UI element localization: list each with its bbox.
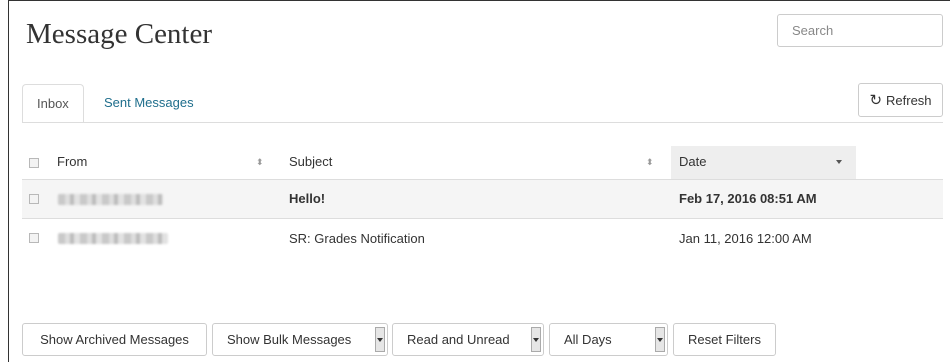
column-header-from[interactable]: From bbox=[57, 146, 87, 178]
row-checkbox[interactable] bbox=[29, 233, 39, 243]
tabs-divider bbox=[22, 122, 943, 123]
tab-sent-messages[interactable]: Sent Messages bbox=[90, 84, 208, 123]
read-state-value: Read and Unread bbox=[407, 332, 510, 347]
show-archived-button[interactable]: Show Archived Messages bbox=[22, 323, 207, 356]
message-date: Jan 11, 2016 12:00 AM bbox=[679, 231, 812, 246]
days-value: All Days bbox=[564, 332, 612, 347]
message-subject[interactable]: Hello! bbox=[289, 191, 325, 206]
column-header-date[interactable]: Date bbox=[679, 146, 706, 178]
chevron-down-icon[interactable] bbox=[655, 327, 665, 352]
row-divider bbox=[22, 218, 943, 219]
chevron-down-icon[interactable] bbox=[375, 327, 385, 352]
refresh-label: Refresh bbox=[886, 92, 932, 108]
bulk-messages-value: Show Bulk Messages bbox=[227, 332, 352, 347]
reset-filters-button[interactable]: Reset Filters bbox=[673, 323, 776, 356]
page-title: Message Center bbox=[26, 18, 213, 50]
tab-inbox[interactable]: Inbox bbox=[22, 84, 84, 123]
message-date: Feb 17, 2016 08:51 AM bbox=[679, 191, 817, 206]
bulk-messages-select[interactable]: Show Bulk Messages bbox=[212, 323, 388, 356]
refresh-icon: ↻ bbox=[869, 91, 883, 109]
column-header-subject[interactable]: Subject bbox=[289, 146, 332, 178]
refresh-button[interactable]: ↻ Refresh bbox=[858, 83, 943, 117]
message-subject[interactable]: SR: Grades Notification bbox=[289, 231, 425, 246]
row-checkbox[interactable] bbox=[29, 194, 39, 204]
sort-both-icon[interactable]: ⬍ bbox=[646, 158, 654, 167]
sender-name-redacted bbox=[58, 233, 168, 244]
search-input[interactable] bbox=[777, 14, 943, 47]
read-state-select[interactable]: Read and Unread bbox=[392, 323, 544, 356]
select-all-checkbox[interactable] bbox=[29, 158, 39, 168]
sender-name-redacted bbox=[58, 194, 163, 205]
days-select[interactable]: All Days bbox=[549, 323, 668, 356]
chevron-down-icon[interactable] bbox=[531, 327, 541, 352]
sort-desc-icon[interactable] bbox=[836, 160, 842, 164]
sort-both-icon[interactable]: ⬍ bbox=[256, 158, 264, 167]
